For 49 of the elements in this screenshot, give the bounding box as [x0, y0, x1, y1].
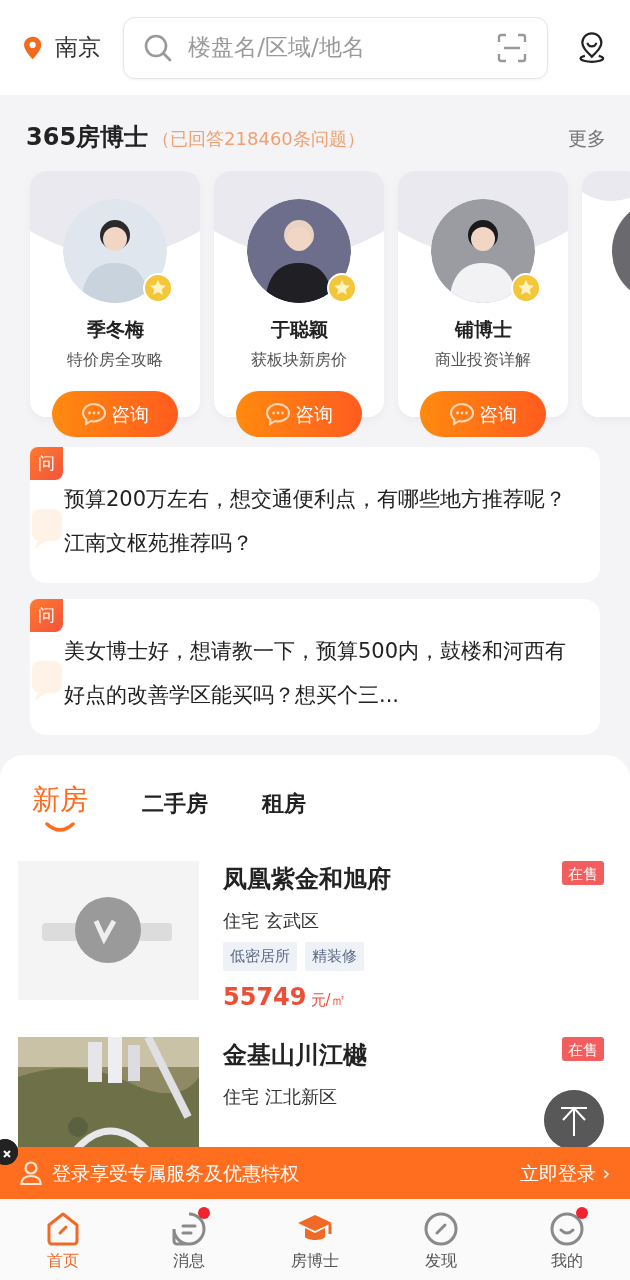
nav-tab[interactable]: 发现 [378, 1199, 504, 1280]
question-text: 预算200万左右，想交通便利点，有哪些地方推荐呢？江南文枢苑推荐吗？ [64, 486, 568, 557]
scan-icon[interactable] [497, 32, 528, 63]
listing-meta: 住宅 江北新区 [223, 1084, 338, 1109]
compass-icon [423, 1211, 459, 1247]
expert-name: 季冬梅 [85, 317, 145, 342]
listing-title: 金基山川江樾 [223, 1039, 367, 1071]
banner-text: 登录享受专属服务及优惠特权 [52, 1160, 299, 1186]
search-field[interactable]: 楼盘名/区域/地名 [123, 16, 549, 79]
feature-tag: 精装修 [305, 942, 364, 971]
chat-bubble-icon [81, 402, 107, 426]
section-title: 365房博士 [26, 122, 149, 153]
listing-title: 凤凰紫金和旭府 [223, 864, 391, 895]
star-badge-icon [327, 273, 357, 303]
chat-bubble-icon [265, 402, 291, 426]
star-badge-icon [511, 273, 541, 303]
home-icon [45, 1211, 81, 1247]
price: 55749 [223, 982, 307, 1011]
tab-indicator-icon [44, 821, 76, 833]
expert-name: 于聪颖 [269, 317, 329, 342]
smiley-icon [549, 1211, 585, 1247]
expert-specialty: 商业投资详解 [434, 348, 532, 371]
star-badge-icon [143, 273, 173, 303]
nav-tab[interactable]: 房博士 [252, 1199, 378, 1280]
nav-tab[interactable]: 我的 [504, 1199, 630, 1280]
answer-count: （已回答218460条问题） [152, 127, 365, 151]
question-text: 美女博士好，想请教一下，预算500内，鼓楼和河西有好点的改善学区能买吗？想买个三... [64, 638, 568, 709]
more-link[interactable]: 更多 [568, 124, 606, 153]
location-pin-icon [24, 34, 42, 61]
chat-bubble-icon [449, 402, 475, 426]
expert-specialty: 特价房全攻略 [66, 348, 164, 371]
listing-tab[interactable]: 二手房 [142, 787, 208, 820]
status-tag: 在售 [562, 861, 604, 885]
nav-tab[interactable]: 消息 [126, 1199, 252, 1280]
listing-tab[interactable]: 租房 [262, 787, 306, 820]
question-tag: 问 [30, 447, 63, 480]
map-pin-icon[interactable] [578, 29, 606, 66]
user-icon [20, 1161, 42, 1185]
listing-meta: 住宅 玄武区 [223, 909, 320, 933]
expert-name: 铺博士 [453, 317, 513, 342]
city-label[interactable]: 南京 [55, 30, 102, 65]
status-tag: 在售 [562, 1036, 604, 1061]
question-tag: 问 [30, 599, 63, 632]
message-icon [171, 1211, 207, 1247]
price-unit: 元/㎡ [310, 990, 346, 1009]
feature-tag: 低密居所 [223, 942, 297, 971]
expert-specialty: 获板块新房价 [250, 348, 348, 371]
search-icon [144, 33, 173, 62]
search-input[interactable]: 楼盘名/区域/地名 [186, 29, 484, 66]
